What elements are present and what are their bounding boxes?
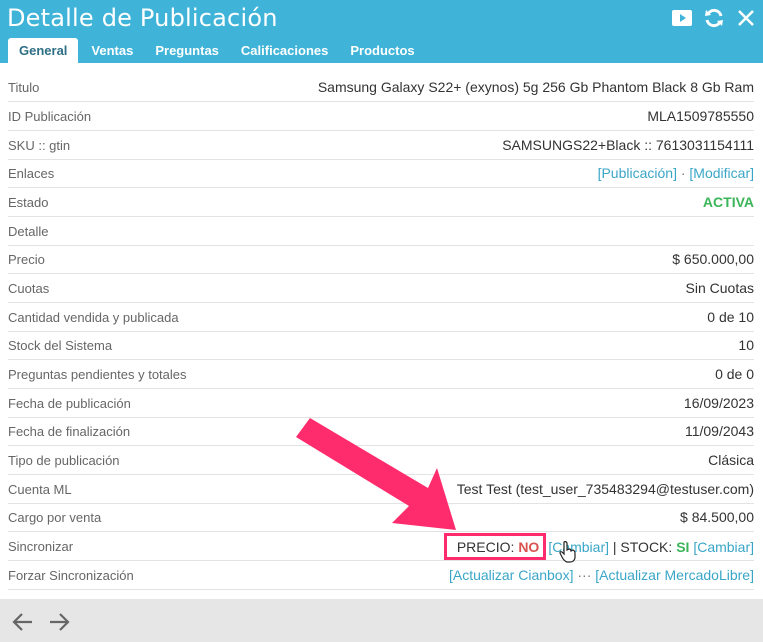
row-value: Test Test (test_user_735483294@testuser.… [456,481,754,497]
row-label: Preguntas pendientes y totales [8,366,187,382]
youtube-icon[interactable] [669,5,695,31]
row-cargo-venta: Cargo por venta $ 84.500,00 [8,503,754,532]
precio-sync-value: NO [518,538,540,555]
close-icon[interactable] [733,5,759,31]
tab-preguntas[interactable]: Preguntas [144,38,230,63]
stock-sync-value: SI [676,538,690,555]
window-header: Detalle de Publicación General Ventas Pr… [0,0,763,63]
row-label: Forzar Sincronización [8,567,134,583]
row-value: Clásica [708,452,754,468]
row-label: Cuenta ML [8,481,72,497]
tab-productos[interactable]: Productos [339,38,425,63]
cambiar-stock-link[interactable]: [Cambiar] [693,539,754,555]
row-fecha-publicacion: Fecha de publicación 16/09/2023 [8,389,754,418]
row-value: 0 de 10 [707,309,754,325]
row-estado: Estado ACTIVA [8,188,754,217]
row-enlaces: Enlaces [Publicación] · [Modificar] [8,159,754,188]
row-sincronizar: Sincronizar PRECIO: NO [Cambiar] | STOCK:… [8,532,754,561]
row-cantidad: Cantidad vendida y publicada 0 de 10 [8,303,754,332]
row-label: Detalle [8,223,49,239]
row-label: Sincronizar [8,538,74,554]
row-label: Estado [8,194,49,210]
separator: · [676,165,690,181]
precio-sync-highlight: PRECIO: NO [443,532,547,560]
window-controls [669,5,759,31]
row-label: Cuotas [8,280,50,296]
row-value: $ 650.000,00 [672,251,754,267]
row-id-publicacion: ID Publicación MLA1509785550 [8,102,754,131]
row-value: [Publicación] · [Modificar] [598,165,754,181]
row-label: Stock del Sistema [8,337,113,353]
tab-calificaciones[interactable]: Calificaciones [230,38,339,63]
row-cuenta-ml: Cuenta ML Test Test (test_user_735483294… [8,475,754,504]
hand-cursor-icon [559,541,576,563]
row-preguntas: Preguntas pendientes y totales 0 de 0 [8,360,754,389]
stock-sync-label: STOCK: [620,538,677,555]
tab-general[interactable]: General [8,38,79,63]
row-precio: Precio $ 650.000,00 [8,245,754,274]
row-value: 10 [738,337,754,353]
row-stock: Stock del Sistema 10 [8,331,754,360]
row-value: SAMSUNGS22+Black :: 7613031154111 [502,137,754,153]
modificar-link[interactable]: [Modificar] [689,165,754,181]
row-value: MLA1509785550 [647,108,754,124]
row-tipo-publicacion: Tipo de publicación Clásica [8,446,754,475]
row-detalle: Detalle [8,217,754,246]
separator: | [609,538,621,555]
actualizar-mercadolibre-link[interactable]: [Actualizar MercadoLibre] [595,567,754,583]
row-label: Precio [8,251,45,267]
row-value: Sin Cuotas [685,280,754,296]
precio-sync-label: PRECIO: [456,538,519,555]
row-forzar-sincronizacion: Forzar Sincronización [Actualizar Cianbo… [8,561,754,590]
separator: ··· [573,567,596,583]
publicacion-link[interactable]: [Publicación] [598,165,677,181]
row-value: 0 de 0 [715,366,754,382]
tab-bar: General Ventas Preguntas Calificaciones … [8,38,426,63]
row-value: 16/09/2023 [683,395,754,411]
row-cuotas: Cuotas Sin Cuotas [8,274,754,303]
arrow-left-icon[interactable] [10,609,36,635]
refresh-icon[interactable] [701,5,727,31]
row-label: Fecha de publicación [8,395,131,411]
row-value: Samsung Galaxy S22+ (exynos) 5g 256 Gb P… [317,79,754,95]
row-value: [Actualizar Cianbox] ··· [Actualizar Mer… [449,567,754,583]
window-title: Detalle de Publicación [7,4,278,32]
footer-nav [0,599,763,642]
row-label: Titulo [8,79,40,95]
row-label: Enlaces [8,165,55,181]
arrow-right-icon[interactable] [46,609,72,635]
row-fecha-finalizacion: Fecha de finalización 11/09/2043 [8,417,754,446]
row-label: Cantidad vendida y publicada [8,309,179,325]
tab-ventas[interactable]: Ventas [80,38,144,63]
sync-controls: PRECIO: NO [Cambiar] | STOCK: SI [Cambiar… [443,532,754,560]
actualizar-cianbox-link[interactable]: [Actualizar Cianbox] [449,567,574,583]
row-label: Tipo de publicación [8,452,120,468]
row-label: SKU :: gtin [8,137,71,153]
row-value: 11/09/2043 [684,423,754,439]
row-label: Cargo por venta [8,509,102,525]
row-value: $ 84.500,00 [680,509,754,525]
row-label: ID Publicación [8,108,92,124]
row-label: Fecha de finalización [8,423,131,439]
row-titulo: Titulo Samsung Galaxy S22+ (exynos) 5g 2… [8,73,754,102]
row-sku: SKU :: gtin SAMSUNGS22+Black :: 76130311… [8,131,754,160]
status-badge: ACTIVA [702,194,754,210]
